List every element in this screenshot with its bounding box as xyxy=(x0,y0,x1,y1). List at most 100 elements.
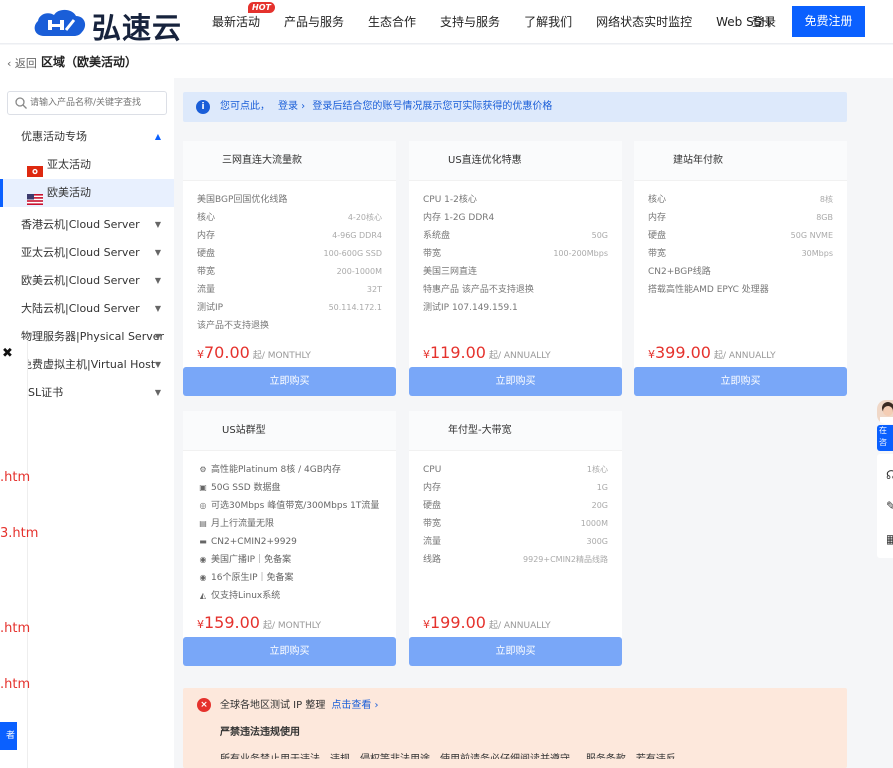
price-unit: 起/ ANNUALLY xyxy=(488,621,551,631)
buy-now-button[interactable]: 立即购买 xyxy=(634,367,847,396)
chart-icon: ▤ xyxy=(199,519,207,528)
buy-now-button[interactable]: 立即购买 xyxy=(183,637,396,666)
register-button[interactable]: 免费注册 xyxy=(792,6,865,37)
partial-button[interactable]: 者 xyxy=(0,722,17,750)
hk-flag-icon xyxy=(27,160,43,177)
spec-key: 测试IP xyxy=(197,303,224,313)
spec-value: 8核 xyxy=(819,195,833,204)
avatar[interactable] xyxy=(877,400,893,424)
disk-icon: ▣ xyxy=(199,483,207,492)
sidebar-group-0[interactable]: 优惠活动专场 ▲ xyxy=(0,123,174,151)
view-link[interactable]: 点击查看 › xyxy=(331,700,378,711)
feature-row: ◉ 美国广播IP｜免备案 xyxy=(197,551,382,569)
caret-down-icon: ▼ xyxy=(154,360,161,369)
sidebar-group-label: 欧美云机|Cloud Server xyxy=(21,274,140,287)
buy-now-button[interactable]: 立即购买 xyxy=(409,367,622,396)
spec-row: 内存 4-96G DDR4 xyxy=(197,227,382,245)
notice-login-link[interactable]: 登录 › xyxy=(278,101,305,112)
spec-key: 带宽 xyxy=(648,249,667,259)
notice-prefix: 您可点此， xyxy=(220,101,270,112)
spec-key: 特惠产品 该产品不支持退换 xyxy=(423,285,534,295)
price: ¥70.00 起/ MONTHLY xyxy=(197,343,311,362)
chat-icon[interactable]: ✎ xyxy=(886,499,893,513)
partial-link-1[interactable]: .htm xyxy=(0,470,30,485)
price-price: 159.00 xyxy=(204,613,260,632)
spec-row: 带宽 100-200Mbps xyxy=(423,245,608,263)
login-link[interactable]: 登录 xyxy=(752,0,776,44)
nav-item-5[interactable]: 网络状态实时监控 xyxy=(584,0,704,44)
spec-row: 带宽 200-1000M xyxy=(197,263,382,281)
sidebar-item-label: 欧美活动 xyxy=(47,186,91,199)
spec-list: 核心 8核 内存 8GB 硬盘 50G NVME 带宽 30Mbps CN2+BGP线路 搭载高性… xyxy=(634,181,847,299)
warning-cut-line: 所有业务禁止用于违法、违规、侵权等非法用途，使用前请务必仔细阅读并遵守 ... … xyxy=(220,754,676,765)
sidebar-group-1[interactable]: 香港云机|Cloud Server ▼ xyxy=(0,211,174,239)
back-link[interactable]: ‹ 返回 xyxy=(7,55,37,71)
sidebar-group-3[interactable]: 欧美云机|Cloud Server ▼ xyxy=(0,267,174,295)
warning-panel: × 全球各地区测试 IP 整理 点击查看 › 严禁违法违规使用 所有业务禁止用于违… xyxy=(183,688,847,768)
close-icon[interactable]: ✖ xyxy=(2,346,13,361)
spec-row: 带宽 1000M xyxy=(423,515,608,533)
feature-text: 仅支持Linux系统 xyxy=(211,591,281,601)
spec-row: 核心 8核 xyxy=(648,191,833,209)
nav-item-4[interactable]: 了解我们 xyxy=(512,0,584,44)
top-navigation-bar: 弘速云 最新活动 HOT 产品与服务 生态合作 支持与服务 了解我们 网络状态实时监控 Web… xyxy=(0,0,893,45)
grid-icon[interactable]: ▦ xyxy=(886,532,893,546)
sidebar-item-0-0[interactable]: 亚太活动 xyxy=(0,151,174,179)
spec-value: 4-96G DDR4 xyxy=(332,231,382,240)
search-input[interactable] xyxy=(30,95,162,111)
notice-suffix: 登录后结合您的账号情况展示您可实际获得的优惠价格 xyxy=(312,101,553,112)
spec-value: 100-600G SSD xyxy=(323,249,382,258)
nav-item-0[interactable]: 最新活动 HOT xyxy=(200,0,275,44)
caret-up-icon: ▲ xyxy=(154,132,161,141)
spec-key: 硬盘 xyxy=(197,249,216,259)
login-notice: i 您可点此， 登录 › 登录后结合您的账号情况展示您可实际获得的优惠价格 xyxy=(183,92,847,122)
buy-now-button[interactable]: 立即购买 xyxy=(409,637,622,666)
spec-row: 内存 1G xyxy=(423,479,608,497)
caret-down-icon: ▼ xyxy=(154,248,161,257)
brand-logo[interactable]: 弘速云 xyxy=(30,4,185,45)
sidebar-item-0-1[interactable]: 欧美活动 xyxy=(0,179,174,207)
feature-row: ⚙ 高性能Platinum 8核 / 4GB内存 xyxy=(197,461,382,479)
nav-item-label: 最新活动 xyxy=(212,15,261,29)
buy-now-button[interactable]: 立即购买 xyxy=(183,367,396,396)
nav-item-3[interactable]: 支持与服务 xyxy=(428,0,512,44)
spec-row: 美国BGP回国优化线路 xyxy=(197,191,382,209)
spec-row: 美国三网直连 xyxy=(423,263,608,281)
card-title: US直连优化特惠 xyxy=(409,141,622,181)
price-unit: 起/ ANNUALLY xyxy=(713,351,776,361)
spec-key: 线路 xyxy=(423,555,442,565)
spec-key: CPU xyxy=(423,465,442,475)
feature-text: 16个原生IP｜免备案 xyxy=(211,573,294,583)
floating-side-panel: ✖ xyxy=(0,340,28,768)
partial-link-3[interactable]: .htm xyxy=(0,621,30,636)
float-tools: ☊ ✎ ▦ xyxy=(877,454,893,558)
warning-text-label: 全球各地区测试 IP 整理 xyxy=(220,700,326,711)
price-price: 70.00 xyxy=(204,343,250,362)
sidebar-group-4[interactable]: 大陆云机|Cloud Server ▼ xyxy=(0,295,174,323)
spec-row: CN2+BGP线路 xyxy=(648,263,833,281)
spec-key: 系统盘 xyxy=(423,231,451,241)
nav-item-2[interactable]: 生态合作 xyxy=(356,0,428,44)
consult-button[interactable]: 在咨 xyxy=(877,425,893,451)
price-currency: ¥ xyxy=(197,618,204,631)
feature-text: 可选30Mbps 峰值带宽/300Mbps 1T流量 xyxy=(211,501,380,511)
price: ¥399.00 起/ ANNUALLY xyxy=(648,343,776,362)
spec-value: 50G xyxy=(591,231,608,240)
price-currency: ¥ xyxy=(423,618,430,631)
headset-icon[interactable]: ☊ xyxy=(886,468,893,482)
spec-key: 核心 xyxy=(648,195,667,205)
spec-key: CN2+BGP线路 xyxy=(648,267,711,277)
partial-link-2[interactable]: 3.htm xyxy=(0,526,38,541)
partial-link-4[interactable]: .htm xyxy=(0,677,30,692)
spec-key: 硬盘 xyxy=(648,231,667,241)
price-price: 399.00 xyxy=(655,343,711,362)
spec-row: CPU 1核心 xyxy=(423,461,608,479)
nav-item-label: 了解我们 xyxy=(524,15,573,29)
price-currency: ¥ xyxy=(197,348,204,361)
spec-list: CPU 1核心 内存 1G 硬盘 20G 带宽 1000M 流量 300G 线路 9929+CMIN2… xyxy=(409,451,622,569)
sidebar-group-2[interactable]: 亚太云机|Cloud Server ▼ xyxy=(0,239,174,267)
nav-item-1[interactable]: 产品与服务 xyxy=(272,0,356,44)
spec-value: 300G xyxy=(586,537,608,546)
spec-value: 1000M xyxy=(580,519,608,528)
spec-row: 硬盘 20G xyxy=(423,497,608,515)
